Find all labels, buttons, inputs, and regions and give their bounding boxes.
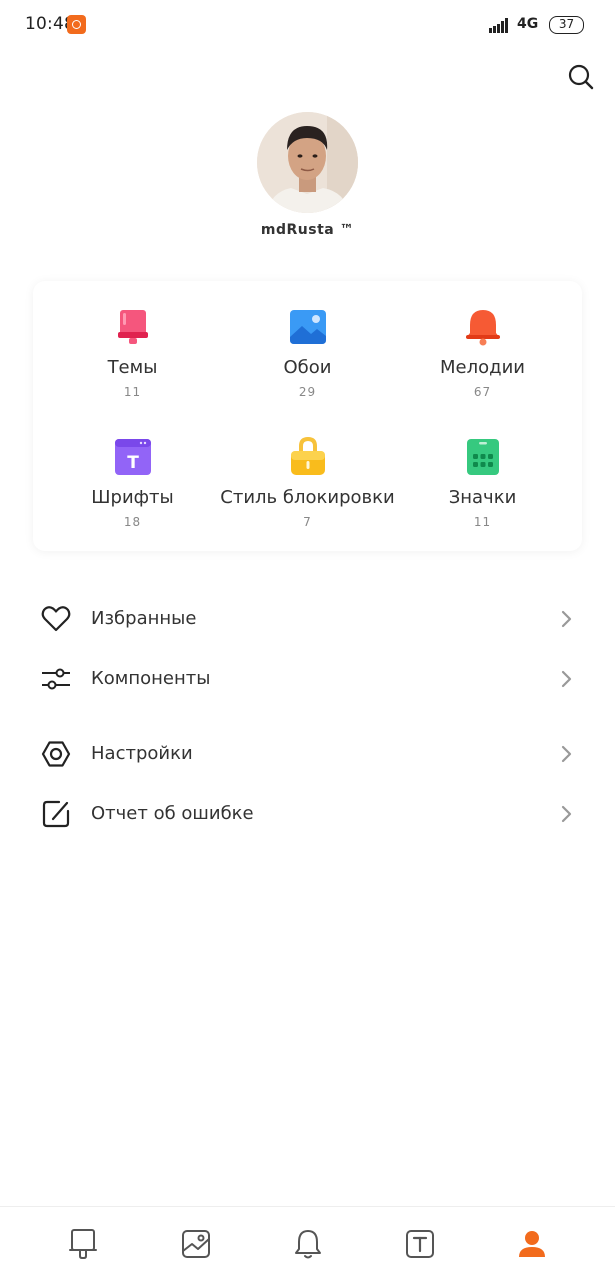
themes-tab-icon	[69, 1229, 97, 1259]
category-lockscreen[interactable]: Стиль блокировки 7	[216, 411, 399, 531]
ringtones-tab-icon	[295, 1230, 321, 1259]
wallpapers-icon	[290, 310, 326, 344]
category-label: Шрифты	[91, 487, 174, 508]
app-notification-icon	[67, 15, 86, 34]
ringtones-icon	[466, 310, 500, 346]
avatar-photo	[257, 112, 358, 213]
category-grid: Темы 11 Обои 29 Мелодии 67 T Шрифты 18 С…	[33, 281, 582, 551]
category-label: Значки	[448, 487, 517, 508]
chevron-right-icon	[561, 610, 572, 628]
settings-icon	[41, 741, 71, 767]
avatar[interactable]	[257, 112, 358, 213]
category-icons[interactable]: Значки 11	[391, 411, 574, 531]
signal-icon	[489, 18, 511, 33]
network-type: 4G	[517, 16, 539, 32]
menu-item-settings[interactable]: Настройки	[0, 724, 615, 784]
chevron-right-icon	[561, 745, 572, 763]
nav-tab-wallpapers[interactable]	[180, 1227, 212, 1261]
menu-item-bug-report[interactable]: Отчет об ошибке	[0, 784, 615, 844]
heart-icon	[41, 606, 71, 632]
category-label: Стиль блокировки	[220, 487, 395, 508]
bottom-navigation	[0, 1206, 615, 1280]
category-label: Темы	[107, 357, 158, 378]
nav-tab-profile[interactable]	[516, 1227, 548, 1261]
category-label: Мелодии	[440, 357, 525, 378]
category-ringtones[interactable]: Мелодии 67	[391, 281, 574, 401]
menu-item-favorites[interactable]: Избранные	[0, 589, 615, 649]
wallpapers-tab-icon	[182, 1230, 210, 1258]
lockscreen-icon	[291, 437, 325, 475]
category-count: 11	[123, 385, 142, 399]
status-bar: 10:48 4G 37	[0, 0, 615, 50]
menu-item-label: Избранные	[91, 608, 197, 629]
category-themes[interactable]: Темы 11	[41, 281, 224, 401]
nav-tab-ringtones[interactable]	[292, 1227, 324, 1261]
category-count: 7	[303, 515, 312, 529]
profile-tab-icon	[519, 1231, 545, 1257]
icons-icon	[467, 439, 499, 475]
category-count: 29	[298, 385, 317, 399]
category-label: Обои	[283, 357, 332, 378]
profile-username[interactable]: mdRusta ™	[0, 222, 615, 238]
sliders-icon	[42, 668, 70, 690]
battery-indicator: 37	[549, 16, 584, 34]
category-fonts[interactable]: T Шрифты 18	[41, 411, 224, 531]
themes-icon	[118, 310, 148, 344]
fonts-tab-icon	[406, 1230, 434, 1258]
menu-item-components[interactable]: Компоненты	[0, 649, 615, 709]
chevron-right-icon	[561, 670, 572, 688]
fonts-icon: T	[115, 439, 151, 475]
svg-text:T: T	[127, 453, 139, 473]
search-button[interactable]	[566, 62, 596, 92]
category-count: 67	[473, 385, 492, 399]
nav-tab-themes[interactable]	[67, 1227, 99, 1261]
category-wallpapers[interactable]: Обои 29	[216, 281, 399, 401]
edit-report-icon	[42, 800, 70, 828]
category-count: 11	[473, 515, 492, 529]
category-count: 18	[123, 515, 142, 529]
menu-item-label: Настройки	[91, 743, 193, 764]
menu-item-label: Компоненты	[91, 668, 211, 689]
search-icon	[568, 64, 594, 90]
chevron-right-icon	[561, 805, 572, 823]
menu-item-label: Отчет об ошибке	[91, 803, 254, 824]
nav-tab-fonts[interactable]	[404, 1227, 436, 1261]
